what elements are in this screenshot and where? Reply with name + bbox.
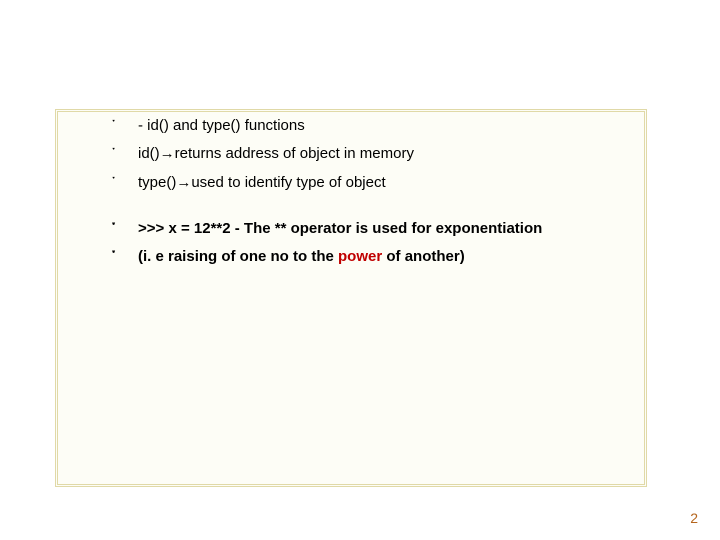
- content-area: ་ - id() and type() functions ་ id()→ret…: [112, 116, 672, 275]
- arrow-right-icon: →: [176, 174, 191, 191]
- list-item: ་ id()→returns address of object in memo…: [112, 144, 672, 164]
- bullet-text: >>> x = 12**2 - The ** operator is used …: [138, 220, 542, 237]
- text-pre: (i. e raising of one no to the: [138, 248, 338, 265]
- highlight-power: power: [338, 248, 382, 265]
- code-id: id(): [138, 145, 160, 162]
- bullet-text: (i. e raising of one no to the power of …: [138, 248, 465, 265]
- text-post: of another): [382, 248, 465, 265]
- list-item: ་ (i. e raising of one no to the power o…: [112, 247, 672, 267]
- desc-text: returns address of object in memory: [175, 145, 414, 162]
- code-type: type(): [138, 174, 176, 191]
- list-item: ་ type()→used to identify type of object: [112, 173, 672, 193]
- slide: ་ - id() and type() functions ་ id()→ret…: [0, 0, 720, 540]
- bullet-icon: ་: [112, 173, 115, 193]
- bullet-icon: ་: [112, 247, 115, 267]
- bullet-icon: ་: [112, 116, 115, 136]
- list-item: ་ - id() and type() functions: [112, 116, 672, 136]
- bullet-text: type()→used to identify type of object: [138, 174, 386, 191]
- slide-number: 2: [690, 510, 698, 526]
- spacer: [112, 201, 672, 219]
- list-item: ་ >>> x = 12**2 - The ** operator is use…: [112, 219, 672, 239]
- bullet-icon: ་: [112, 219, 115, 239]
- bullet-list: ་ - id() and type() functions ་ id()→ret…: [112, 116, 672, 267]
- bullet-icon: ་: [112, 144, 115, 164]
- bullet-text: - id() and type() functions: [138, 117, 305, 134]
- arrow-right-icon: →: [160, 145, 175, 162]
- desc-text: used to identify type of object: [191, 174, 385, 191]
- bullet-text: id()→returns address of object in memory: [138, 145, 414, 162]
